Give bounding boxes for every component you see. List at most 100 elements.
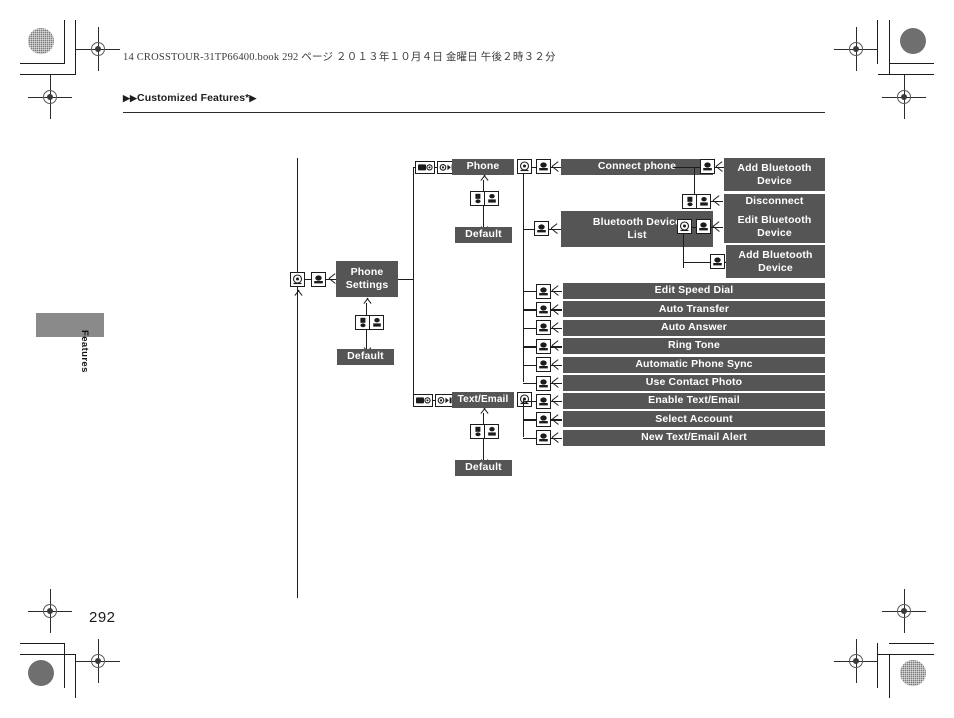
arrow-head-up <box>361 299 373 308</box>
enter-knob-icon <box>484 424 499 439</box>
connector <box>523 401 537 403</box>
node-default-phone-settings[interactable]: Default <box>337 349 394 365</box>
diagram-spine <box>297 158 299 598</box>
crop-line <box>20 654 76 656</box>
arrow-head <box>551 223 560 235</box>
branch-spine <box>413 279 415 401</box>
node-text-email[interactable]: Text/Email <box>452 392 514 408</box>
registration-crosshair-bottom-left <box>76 639 120 683</box>
crop-line <box>20 643 65 645</box>
rotary-dial-icon <box>517 392 532 407</box>
registration-crosshair-top-right <box>834 27 878 71</box>
enter-knob-icon <box>536 301 551 317</box>
connector <box>523 383 537 385</box>
node-add-bluetooth-device-1[interactable]: Add Bluetooth Device <box>724 158 825 191</box>
node-phone[interactable]: Phone <box>452 159 514 175</box>
node-automatic-phone-sync[interactable]: Automatic Phone Sync <box>563 356 825 373</box>
arrow-head-up <box>478 409 490 418</box>
crop-line <box>878 74 934 76</box>
crop-line <box>75 20 77 75</box>
branch-spine <box>413 167 415 280</box>
enter-knob-icon <box>311 272 326 287</box>
page-number: 292 <box>89 609 116 626</box>
enter-knob-icon <box>484 191 499 206</box>
crop-line <box>889 63 934 65</box>
back-button-icon <box>355 315 370 330</box>
connector <box>398 279 414 281</box>
arrow-head <box>713 195 722 207</box>
registration-crosshair-left <box>28 75 72 119</box>
arrow-head <box>552 395 561 407</box>
rotary-dial-icon <box>677 219 692 234</box>
node-default-text-email[interactable]: Default <box>455 460 512 476</box>
arrow-head-up <box>478 176 490 185</box>
connector <box>523 327 537 330</box>
node-label-line2: List <box>627 229 647 241</box>
registration-crosshair-bottom-right <box>834 639 878 683</box>
back-button-icon <box>470 424 485 439</box>
node-phone-settings[interactable]: Phone Settings <box>336 261 398 297</box>
halftone-mark-bottom-left <box>28 660 54 686</box>
node-auto-answer[interactable]: Auto Answer <box>563 319 825 336</box>
crop-line <box>64 20 66 64</box>
enter-knob-icon <box>536 430 551 446</box>
crop-line <box>889 654 891 698</box>
node-add-bluetooth-device-2[interactable]: Add Bluetooth Device <box>726 245 825 278</box>
registration-crosshair-bottom-right-upper <box>882 589 926 633</box>
enter-knob-icon <box>369 315 384 330</box>
enter-knob-icon <box>534 221 549 236</box>
crop-line <box>877 20 879 64</box>
node-label-line2: Device <box>757 226 792 239</box>
arrow-head <box>552 359 561 371</box>
node-default-phone[interactable]: Default <box>455 227 512 243</box>
rotary-dial-icon <box>290 272 305 287</box>
enter-knob-icon <box>700 159 715 174</box>
arrow-head <box>552 303 561 315</box>
registration-crosshair-top-left <box>76 27 120 71</box>
breadcrumb-prefix-arrows: ▶▶ <box>123 93 138 103</box>
breadcrumb: ▶▶Customized Features*▶ <box>123 92 256 104</box>
branch-spine <box>523 174 525 382</box>
connector <box>523 346 537 348</box>
display-button-wide-icon <box>413 394 433 407</box>
connector <box>523 419 537 421</box>
halftone-mark-bottom-right <box>900 660 926 686</box>
crop-line <box>20 63 65 65</box>
back-button-icon <box>682 194 697 209</box>
back-button-icon <box>470 191 485 206</box>
arrow-head <box>552 377 561 389</box>
rotary-dial-icon <box>517 159 532 174</box>
node-label-line2: Device <box>757 174 792 187</box>
crop-line <box>877 643 879 688</box>
node-disconnect[interactable]: Disconnect <box>724 194 825 210</box>
header-rule <box>123 112 825 113</box>
enter-knob-icon <box>536 357 551 373</box>
breadcrumb-suffix-arrow: ▶ <box>249 93 257 103</box>
arrow-head <box>552 285 561 297</box>
node-edit-bluetooth-device[interactable]: Edit Bluetooth Device <box>724 210 825 243</box>
enter-knob-icon <box>696 194 711 209</box>
node-edit-speed-dial[interactable]: Edit Speed Dial <box>563 283 825 299</box>
halftone-mark-top-right <box>900 28 926 54</box>
registration-crosshair-right <box>882 75 926 119</box>
node-label-line2: Settings <box>345 279 389 291</box>
display-button-wide-icon <box>415 161 435 174</box>
node-ring-tone[interactable]: Ring Tone <box>563 338 825 355</box>
node-use-contact-photo[interactable]: Use Contact Photo <box>563 375 825 391</box>
enter-knob-icon <box>536 393 551 409</box>
node-label-line1: Edit Bluetooth <box>737 213 812 226</box>
arrow-head <box>552 322 561 334</box>
arrow-head <box>552 161 561 173</box>
connector <box>523 291 537 293</box>
node-auto-transfer[interactable]: Auto Transfer <box>563 301 825 318</box>
node-new-text-email-alert[interactable]: New Text/Email Alert <box>563 429 825 446</box>
node-enable-text-email[interactable]: Enable Text/Email <box>563 393 825 409</box>
manual-page: 14 CROSSTOUR-31TP66400.book 292 ページ ２０１３… <box>0 0 954 718</box>
arrow-head <box>713 221 722 233</box>
connector <box>523 364 537 366</box>
node-label-line1: Add Bluetooth <box>737 161 812 174</box>
crop-line <box>889 643 934 645</box>
breadcrumb-title: Customized Features <box>137 92 246 104</box>
node-label-line1: Add Bluetooth <box>738 248 813 261</box>
node-select-account[interactable]: Select Account <box>563 411 825 428</box>
